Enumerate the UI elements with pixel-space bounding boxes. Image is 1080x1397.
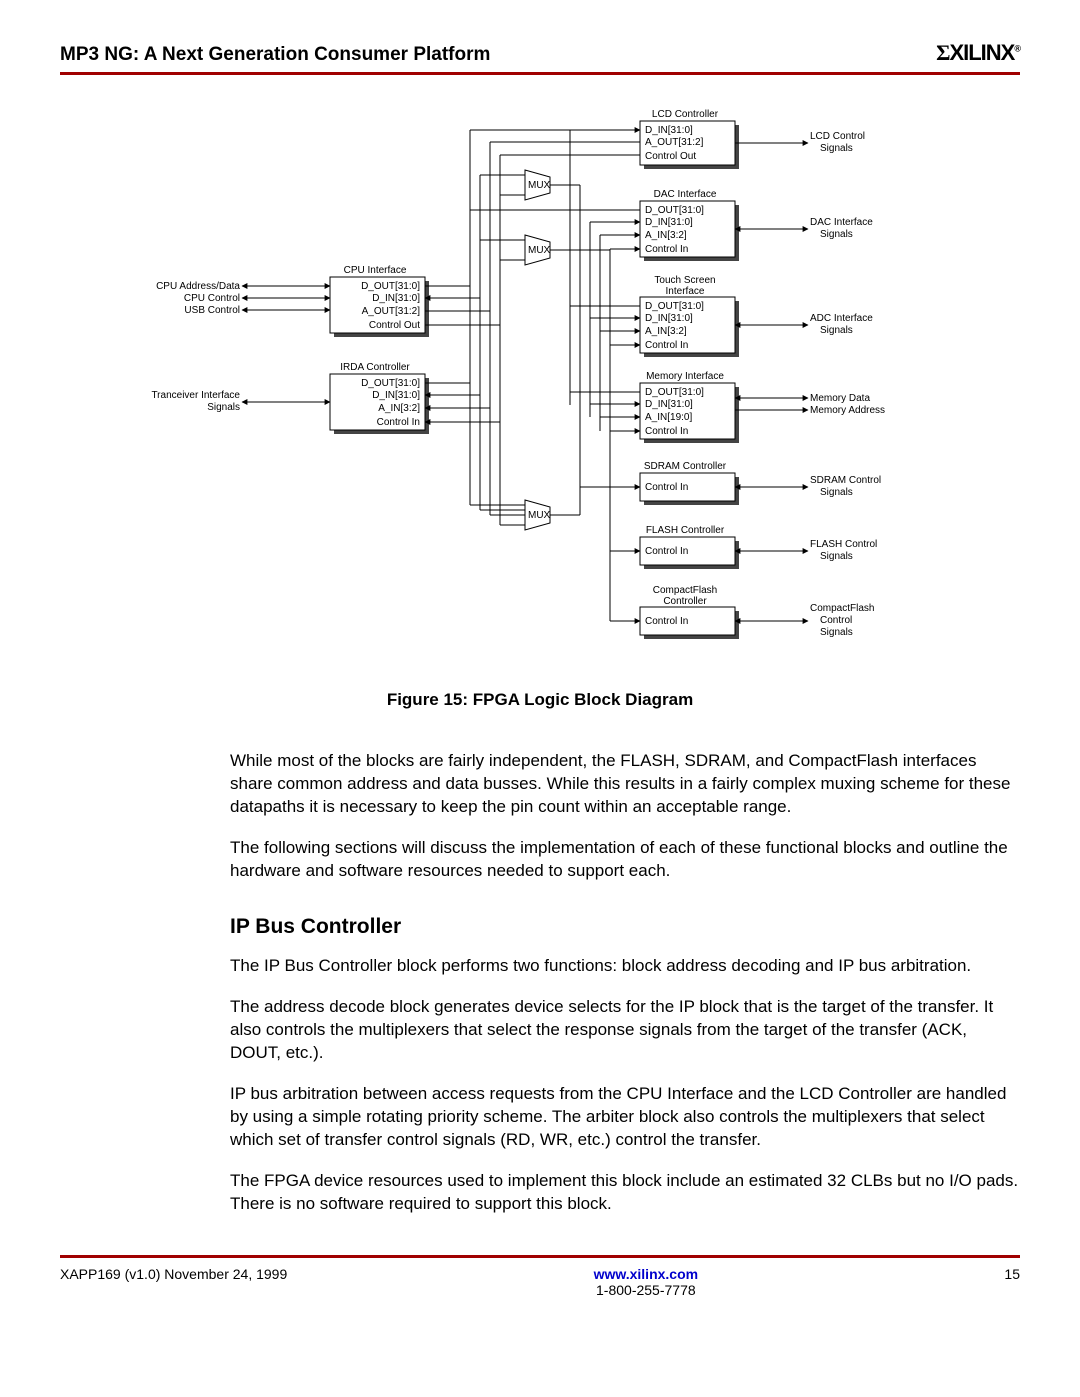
svg-text:D_IN[31:0]: D_IN[31:0]	[645, 217, 693, 228]
svg-text:D_IN[31:0]: D_IN[31:0]	[645, 399, 693, 410]
svg-text:ADC Interface: ADC Interface	[810, 313, 873, 324]
svg-text:A_IN[19:0]: A_IN[19:0]	[645, 412, 692, 423]
svg-text:IRDA Controller: IRDA Controller	[340, 362, 410, 373]
paragraph: The following sections will discuss the …	[230, 837, 1020, 883]
svg-text:Signals: Signals	[207, 402, 240, 413]
svg-text:DAC Interface: DAC Interface	[654, 189, 717, 200]
xilinx-logo: ΣXILINX®	[936, 40, 1020, 66]
svg-text:SDRAM Control: SDRAM Control	[810, 475, 881, 486]
svg-text:D_OUT[31:0]: D_OUT[31:0]	[645, 205, 704, 216]
svg-text:D_IN[31:0]: D_IN[31:0]	[645, 313, 693, 324]
svg-text:Control In: Control In	[645, 546, 688, 557]
figure-caption: Figure 15: FPGA Logic Block Diagram	[60, 690, 1020, 710]
svg-text:Signals: Signals	[820, 487, 853, 498]
svg-text:DAC Interface: DAC Interface	[810, 217, 873, 228]
svg-text:LCD Controller: LCD Controller	[652, 109, 719, 120]
svg-text:FLASH Controller: FLASH Controller	[646, 525, 725, 536]
footer-left: XAPP169 (v1.0) November 24, 1999	[60, 1266, 287, 1298]
svg-text:Memory Data: Memory Data	[810, 393, 870, 404]
block-diagram: CPU Interface D_OUT[31:0] D_IN[31:0] A_O…	[60, 105, 1020, 680]
svg-text:Signals: Signals	[820, 551, 853, 562]
svg-text:D_OUT[31:0]: D_OUT[31:0]	[361, 378, 420, 389]
footer-page: 15	[1004, 1266, 1020, 1298]
svg-text:MUX: MUX	[528, 245, 551, 256]
svg-text:CPU Interface: CPU Interface	[344, 265, 407, 276]
doc-title: MP3 NG: A Next Generation Consumer Platf…	[60, 44, 490, 66]
svg-text:Tranceiver Interface: Tranceiver Interface	[151, 390, 240, 401]
paragraph: The address decode block generates devic…	[230, 996, 1020, 1065]
svg-text:Control In: Control In	[377, 417, 420, 428]
svg-text:A_IN[3:2]: A_IN[3:2]	[378, 403, 420, 414]
svg-text:A_OUT[31:2]: A_OUT[31:2]	[645, 137, 704, 148]
svg-text:Control In: Control In	[645, 616, 688, 627]
svg-text:Control In: Control In	[645, 426, 688, 437]
svg-text:D_OUT[31:0]: D_OUT[31:0]	[361, 281, 420, 292]
footer-url[interactable]: www.xilinx.com	[594, 1266, 699, 1282]
svg-text:MUX: MUX	[528, 180, 551, 191]
svg-text:Control: Control	[820, 615, 852, 626]
svg-text:CompactFlash: CompactFlash	[653, 585, 717, 596]
svg-text:A_OUT[31:2]: A_OUT[31:2]	[362, 306, 421, 317]
svg-text:Memory Address: Memory Address	[810, 405, 885, 416]
svg-text:Signals: Signals	[820, 325, 853, 336]
svg-text:MUX: MUX	[528, 510, 551, 521]
svg-text:D_IN[31:0]: D_IN[31:0]	[372, 293, 420, 304]
svg-text:D_OUT[31:0]: D_OUT[31:0]	[645, 301, 704, 312]
section-heading: IP Bus Controller	[230, 913, 1020, 941]
body-text: While most of the blocks are fairly inde…	[230, 750, 1020, 1215]
svg-text:SDRAM Controller: SDRAM Controller	[644, 461, 727, 472]
svg-text:USB Control: USB Control	[184, 305, 240, 316]
svg-text:Control In: Control In	[645, 340, 688, 351]
svg-text:D_OUT[31:0]: D_OUT[31:0]	[645, 387, 704, 398]
svg-text:CPU Address/Data: CPU Address/Data	[156, 281, 240, 292]
svg-text:Signals: Signals	[820, 229, 853, 240]
footer-phone: 1-800-255-7778	[596, 1282, 696, 1298]
paragraph: IP bus arbitration between access reques…	[230, 1083, 1020, 1152]
page-header: MP3 NG: A Next Generation Consumer Platf…	[60, 40, 1020, 75]
svg-text:Memory Interface: Memory Interface	[646, 371, 724, 382]
page-footer: XAPP169 (v1.0) November 24, 1999 www.xil…	[60, 1255, 1020, 1298]
svg-text:Control Out: Control Out	[369, 320, 420, 331]
svg-text:Control In: Control In	[645, 482, 688, 493]
svg-text:CompactFlash: CompactFlash	[810, 603, 874, 614]
svg-text:Controller: Controller	[663, 596, 707, 607]
svg-text:Interface: Interface	[666, 286, 705, 297]
svg-text:Signals: Signals	[820, 627, 853, 638]
paragraph: The FPGA device resources used to implem…	[230, 1170, 1020, 1216]
svg-text:LCD Control: LCD Control	[810, 131, 865, 142]
svg-text:FLASH Control: FLASH Control	[810, 539, 877, 550]
svg-text:Signals: Signals	[820, 143, 853, 154]
svg-text:Control Out: Control Out	[645, 151, 696, 162]
svg-text:A_IN[3:2]: A_IN[3:2]	[645, 230, 687, 241]
svg-text:Control In: Control In	[645, 244, 688, 255]
paragraph: While most of the blocks are fairly inde…	[230, 750, 1020, 819]
svg-text:A_IN[3:2]: A_IN[3:2]	[645, 326, 687, 337]
svg-text:D_IN[31:0]: D_IN[31:0]	[372, 390, 420, 401]
svg-text:Touch Screen: Touch Screen	[654, 275, 715, 286]
svg-text:CPU Control: CPU Control	[184, 293, 240, 304]
paragraph: The IP Bus Controller block performs two…	[230, 955, 1020, 978]
svg-text:D_IN[31:0]: D_IN[31:0]	[645, 125, 693, 136]
